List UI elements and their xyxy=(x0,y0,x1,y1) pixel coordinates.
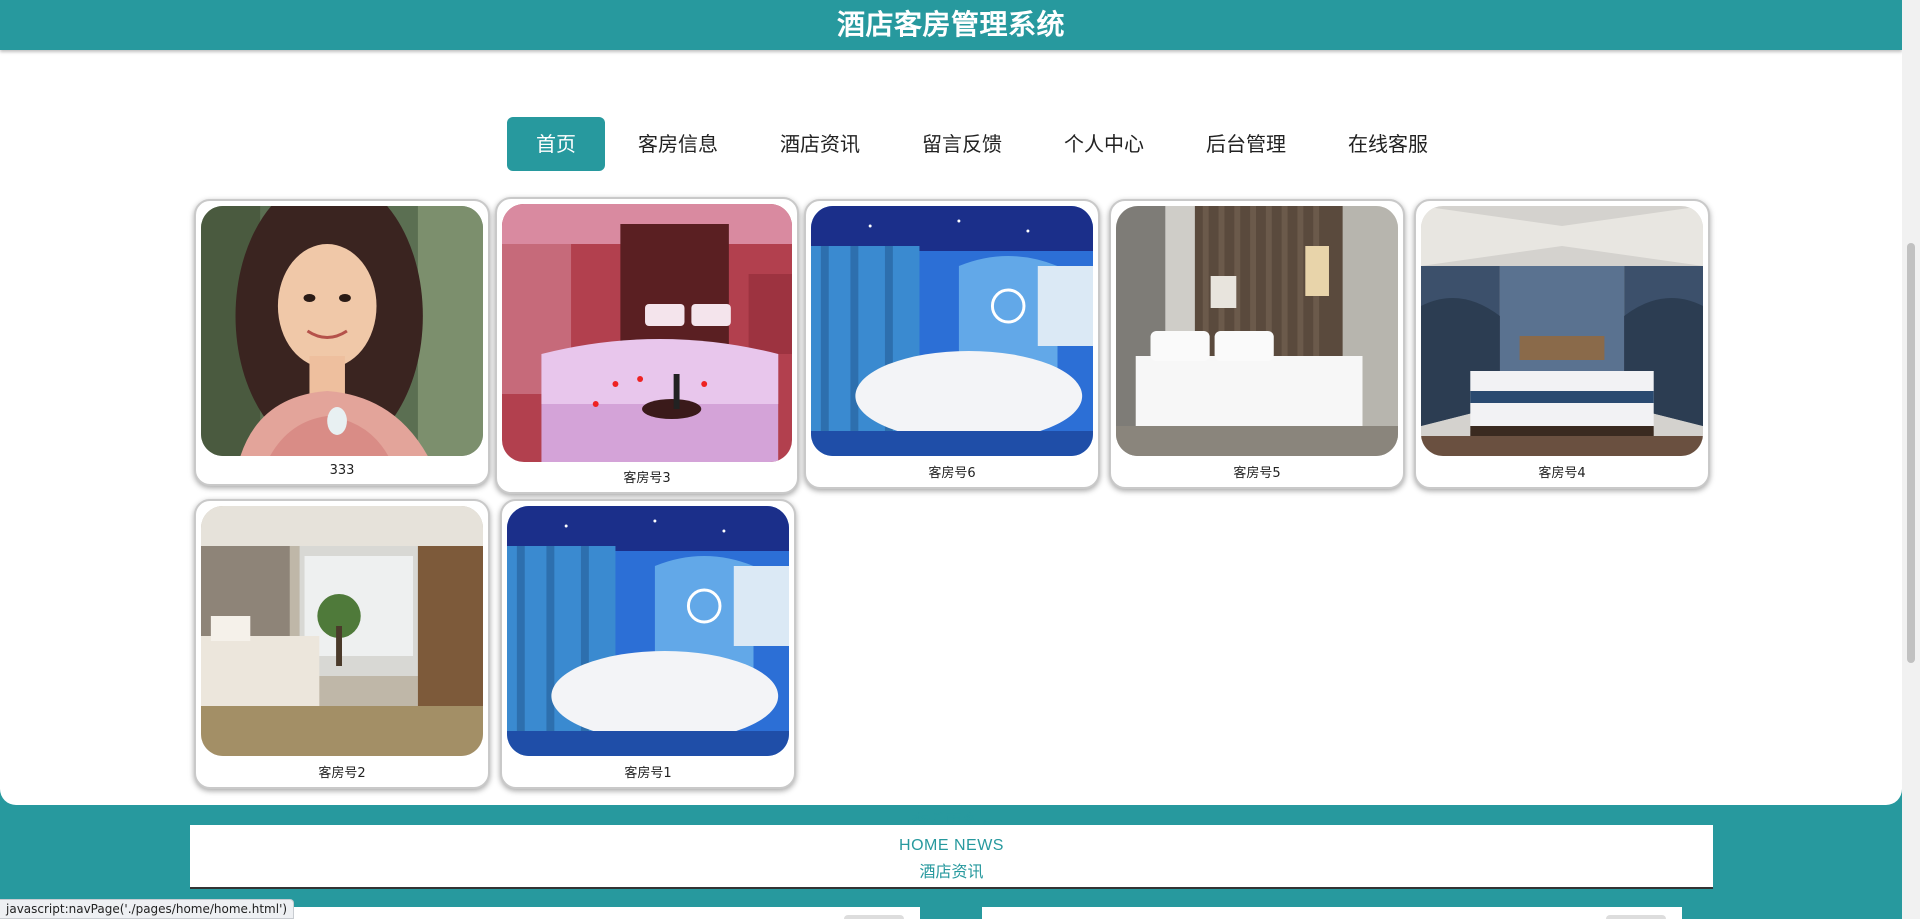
nav-item-profile[interactable]: 个人中心 xyxy=(1035,117,1173,171)
room-photo xyxy=(1116,206,1398,456)
news-title-en: HOME NEWS xyxy=(899,837,1004,854)
nav-item-home[interactable]: 首页 xyxy=(507,117,605,171)
room-card[interactable]: 333 xyxy=(194,199,490,486)
page-scrollbar[interactable] xyxy=(1902,0,1920,919)
main-content-panel: 首页 客房信息 酒店资讯 留言反馈 个人中心 后台管理 在线客服 333 客房号… xyxy=(0,44,1902,832)
room-card[interactable]: 客房号3 xyxy=(495,197,799,494)
news-panel-right xyxy=(982,907,1682,919)
nav-item-admin[interactable]: 后台管理 xyxy=(1177,117,1315,171)
room-card[interactable]: 客房号2 xyxy=(194,499,490,789)
nav-item-feedback[interactable]: 留言反馈 xyxy=(893,117,1031,171)
room-caption: 客房号3 xyxy=(623,471,671,486)
browser-status-bar: javascript:navPage('./pages/home/home.ht… xyxy=(0,899,295,919)
room-caption: 333 xyxy=(329,463,355,478)
room-card[interactable]: 客房号6 xyxy=(804,199,1100,489)
room-photo xyxy=(507,506,789,756)
room-caption: 客房号4 xyxy=(1538,466,1586,481)
room-photo xyxy=(502,204,792,462)
room-caption: 客房号6 xyxy=(928,466,976,481)
news-panel-left xyxy=(276,907,920,919)
room-card[interactable]: 客房号1 xyxy=(500,499,796,789)
nav-item-service[interactable]: 在线客服 xyxy=(1319,117,1457,171)
nav-item-news[interactable]: 酒店资讯 xyxy=(751,117,889,171)
room-card[interactable]: 客房号4 xyxy=(1414,199,1710,489)
room-caption: 客房号2 xyxy=(318,766,366,781)
room-photo xyxy=(201,206,483,456)
panel-tab xyxy=(1606,915,1666,919)
news-section-header: HOME NEWS 酒店资讯 xyxy=(190,825,1713,889)
room-photo xyxy=(1421,206,1703,456)
panel-tab xyxy=(844,915,904,919)
room-photo xyxy=(201,506,483,756)
room-caption: 客房号5 xyxy=(1233,466,1281,481)
scrollbar-thumb[interactable] xyxy=(1907,243,1915,663)
room-photo xyxy=(811,206,1093,456)
room-card[interactable]: 客房号5 xyxy=(1109,199,1405,489)
top-header-bar: 酒店客房管理系统 xyxy=(0,0,1902,50)
main-nav: 首页 客房信息 酒店资讯 留言反馈 个人中心 后台管理 在线客服 xyxy=(507,117,1461,171)
room-caption: 客房号1 xyxy=(624,766,672,781)
news-title-cn: 酒店资讯 xyxy=(919,862,984,881)
site-title: 酒店客房管理系统 xyxy=(836,8,1065,41)
nav-item-rooms[interactable]: 客房信息 xyxy=(609,117,747,171)
